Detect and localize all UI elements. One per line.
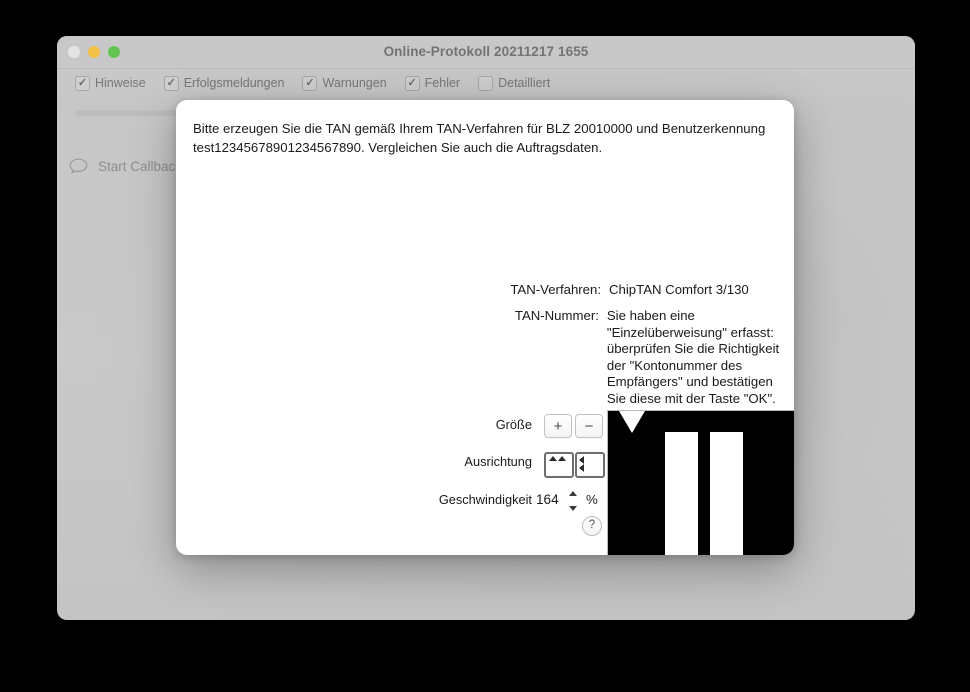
flicker-bar <box>710 432 743 555</box>
decrease-size-button[interactable]: − <box>575 414 603 438</box>
window-titlebar: Online-Protokoll 20211217 1655 <box>57 36 915 69</box>
help-button[interactable]: ? <box>582 516 602 536</box>
triangle-up-icon <box>558 456 566 461</box>
checkmark-icon: ✓ <box>302 75 318 91</box>
log-filter-bar: ✓ Hinweise ✓ Erfolgsmeldungen ✓ Warnunge… <box>57 69 915 97</box>
triangle-left-icon <box>579 456 584 464</box>
filter-checkbox-hinweise[interactable]: ✓ Hinweise <box>75 75 146 91</box>
field-label: TAN-Nummer: <box>514 308 599 323</box>
list-item-label: Start Callback <box>98 158 183 174</box>
speed-stepper[interactable] <box>566 491 579 511</box>
checkmark-icon: ✓ <box>163 75 179 91</box>
filter-label: Detailliert <box>498 76 551 90</box>
field-label: TAN-Verfahren: <box>510 282 601 297</box>
flicker-bar <box>665 432 698 555</box>
filter-checkbox-detailliert[interactable]: Detailliert <box>478 75 551 91</box>
filter-checkbox-erfolgsmeldungen[interactable]: ✓ Erfolgsmeldungen <box>163 75 285 91</box>
chiptan-dialog: Bitte erzeugen Sie die TAN gemäß Ihrem T… <box>176 100 794 555</box>
flicker-marker-icon <box>619 411 645 433</box>
triangle-left-icon <box>579 464 584 472</box>
align-top-icon[interactable] <box>544 452 574 478</box>
checkmark-icon: ✓ <box>404 75 420 91</box>
dialog-instruction-text: Bitte erzeugen Sie die TAN gemäß Ihrem T… <box>193 121 766 155</box>
chiptan-flicker-code <box>607 410 794 555</box>
filter-label: Hinweise <box>95 76 146 90</box>
triangle-up-icon <box>549 456 557 461</box>
stepper-down-icon[interactable] <box>568 506 577 511</box>
list-item[interactable]: Start Callback <box>57 158 182 174</box>
stepper-up-icon[interactable] <box>568 491 577 496</box>
speed-unit-label: % <box>586 492 598 507</box>
speed-value: 164 <box>536 492 559 507</box>
align-left-icon[interactable] <box>575 452 605 478</box>
label-groesse: Größe <box>495 417 532 432</box>
speech-bubble-icon <box>69 158 88 174</box>
field-row-tan-verfahren: TAN-Verfahren: ChipTAN Comfort 3/130 <box>176 282 776 299</box>
desktop-backdrop: Online-Protokoll 20211217 1655 ✓ Hinweis… <box>0 0 970 692</box>
window-title: Online-Protokoll 20211217 1655 <box>383 44 589 59</box>
filter-label: Warnungen <box>322 76 387 90</box>
filter-checkbox-warnungen[interactable]: ✓ Warnungen <box>302 75 387 91</box>
increase-size-button[interactable]: + <box>544 414 572 438</box>
label-ausrichtung: Ausrichtung <box>464 454 532 469</box>
label-geschwindigkeit: Geschwindigkeit <box>438 492 532 507</box>
filter-label: Erfolgsmeldungen <box>183 76 285 90</box>
checkmark-icon: ✓ <box>75 75 90 91</box>
checkmark-icon <box>478 75 494 91</box>
filter-label: Fehler <box>424 76 461 90</box>
field-value: ChipTAN Comfort 3/130 <box>609 282 749 297</box>
filter-checkbox-fehler[interactable]: ✓ Fehler <box>404 75 461 91</box>
